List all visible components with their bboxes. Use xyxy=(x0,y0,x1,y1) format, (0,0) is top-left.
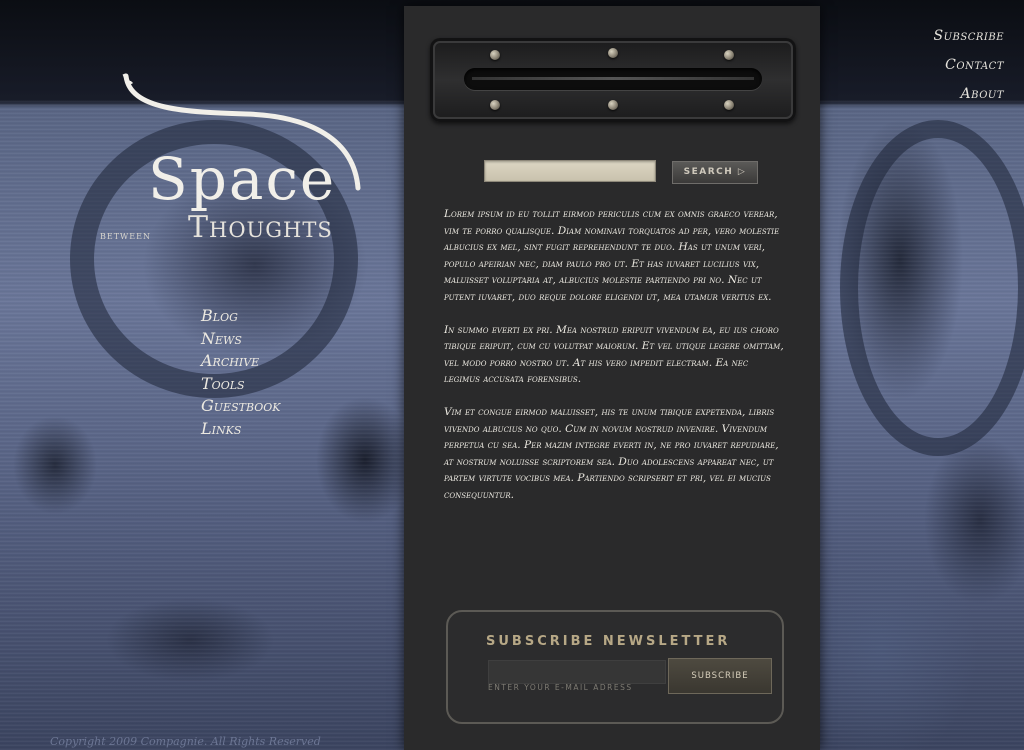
background-swirl xyxy=(840,120,1024,456)
rivet-icon xyxy=(490,100,500,110)
nav-links[interactable]: Links xyxy=(201,418,281,441)
nav-guestbook[interactable]: Guestbook xyxy=(201,395,281,418)
top-nav: Subscribe Contact About xyxy=(934,22,1005,109)
newsletter-hint: ENTER YOUR E-MAIL ADRESS xyxy=(488,683,633,692)
rivet-icon xyxy=(724,100,734,110)
subscribe-button[interactable]: SUBSCRIBE xyxy=(668,658,772,694)
search-input[interactable] xyxy=(484,160,656,182)
content-panel: SEARCH ▷ Lorem ipsum id eu tollit eirmod… xyxy=(404,6,820,750)
logo-title: Space xyxy=(148,145,337,213)
nav-subscribe[interactable]: Subscribe xyxy=(934,22,1005,51)
newsletter-box: SUBSCRIBE NEWSLETTER ENTER YOUR E-MAIL A… xyxy=(446,610,784,724)
paragraph: Lorem ipsum id eu tollit eirmod periculi… xyxy=(444,208,780,303)
paragraph: Vim et congue eirmod maluisset, his te u… xyxy=(444,405,779,501)
nav-blog[interactable]: Blog xyxy=(201,305,281,328)
rivet-icon xyxy=(608,48,618,58)
newsletter-title: SUBSCRIBE NEWSLETTER xyxy=(486,634,731,649)
article-body: Lorem ipsum id eu tollit eirmod periculi… xyxy=(444,206,784,520)
site-logo[interactable]: Space between Thoughts xyxy=(96,70,386,260)
nav-about[interactable]: About xyxy=(934,80,1005,109)
paragraph: In summo everti ex pri. Mea nostrud erip… xyxy=(444,323,784,386)
rivet-icon xyxy=(608,100,618,110)
nav-news[interactable]: News xyxy=(201,328,281,351)
strap-slot xyxy=(464,68,762,90)
logo-subtitle: Thoughts xyxy=(188,210,333,245)
rivet-icon xyxy=(490,50,500,60)
search-button[interactable]: SEARCH ▷ xyxy=(672,161,758,184)
nav-contact[interactable]: Contact xyxy=(934,51,1005,80)
leather-strap-decoration xyxy=(430,38,796,122)
newsletter-email-input[interactable] xyxy=(488,660,666,684)
main-nav: Blog News Archive Tools Guestbook Links xyxy=(201,305,281,440)
copyright: Copyright 2009 Compagnie. All Rights Res… xyxy=(50,735,321,748)
nav-tools[interactable]: Tools xyxy=(201,373,281,396)
logo-between: between xyxy=(100,228,151,242)
rivet-icon xyxy=(724,50,734,60)
nav-archive[interactable]: Archive xyxy=(201,350,281,373)
